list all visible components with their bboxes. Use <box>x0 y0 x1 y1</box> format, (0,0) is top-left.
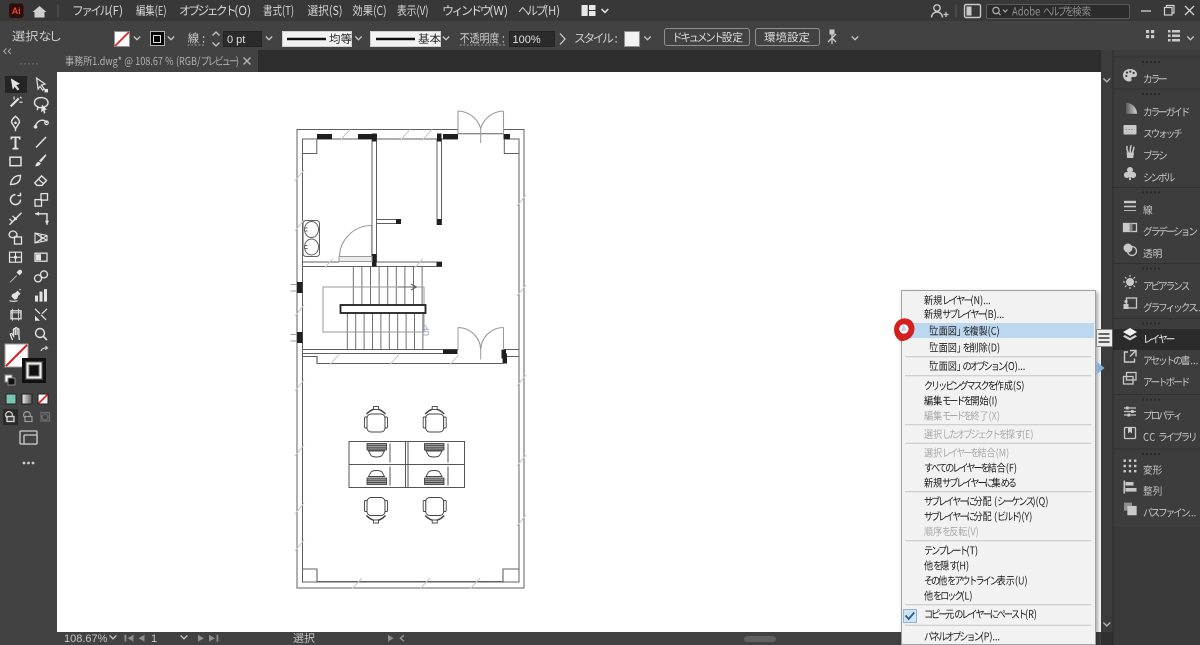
svg-text:UP: UP <box>422 325 431 336</box>
svg-text:100%: 100% <box>513 34 541 46</box>
svg-text:0 pt: 0 pt <box>227 34 245 46</box>
svg-text:108.67%: 108.67% <box>64 633 108 645</box>
svg-text:1: 1 <box>151 633 157 645</box>
svg-text:Ai: Ai <box>12 6 21 16</box>
